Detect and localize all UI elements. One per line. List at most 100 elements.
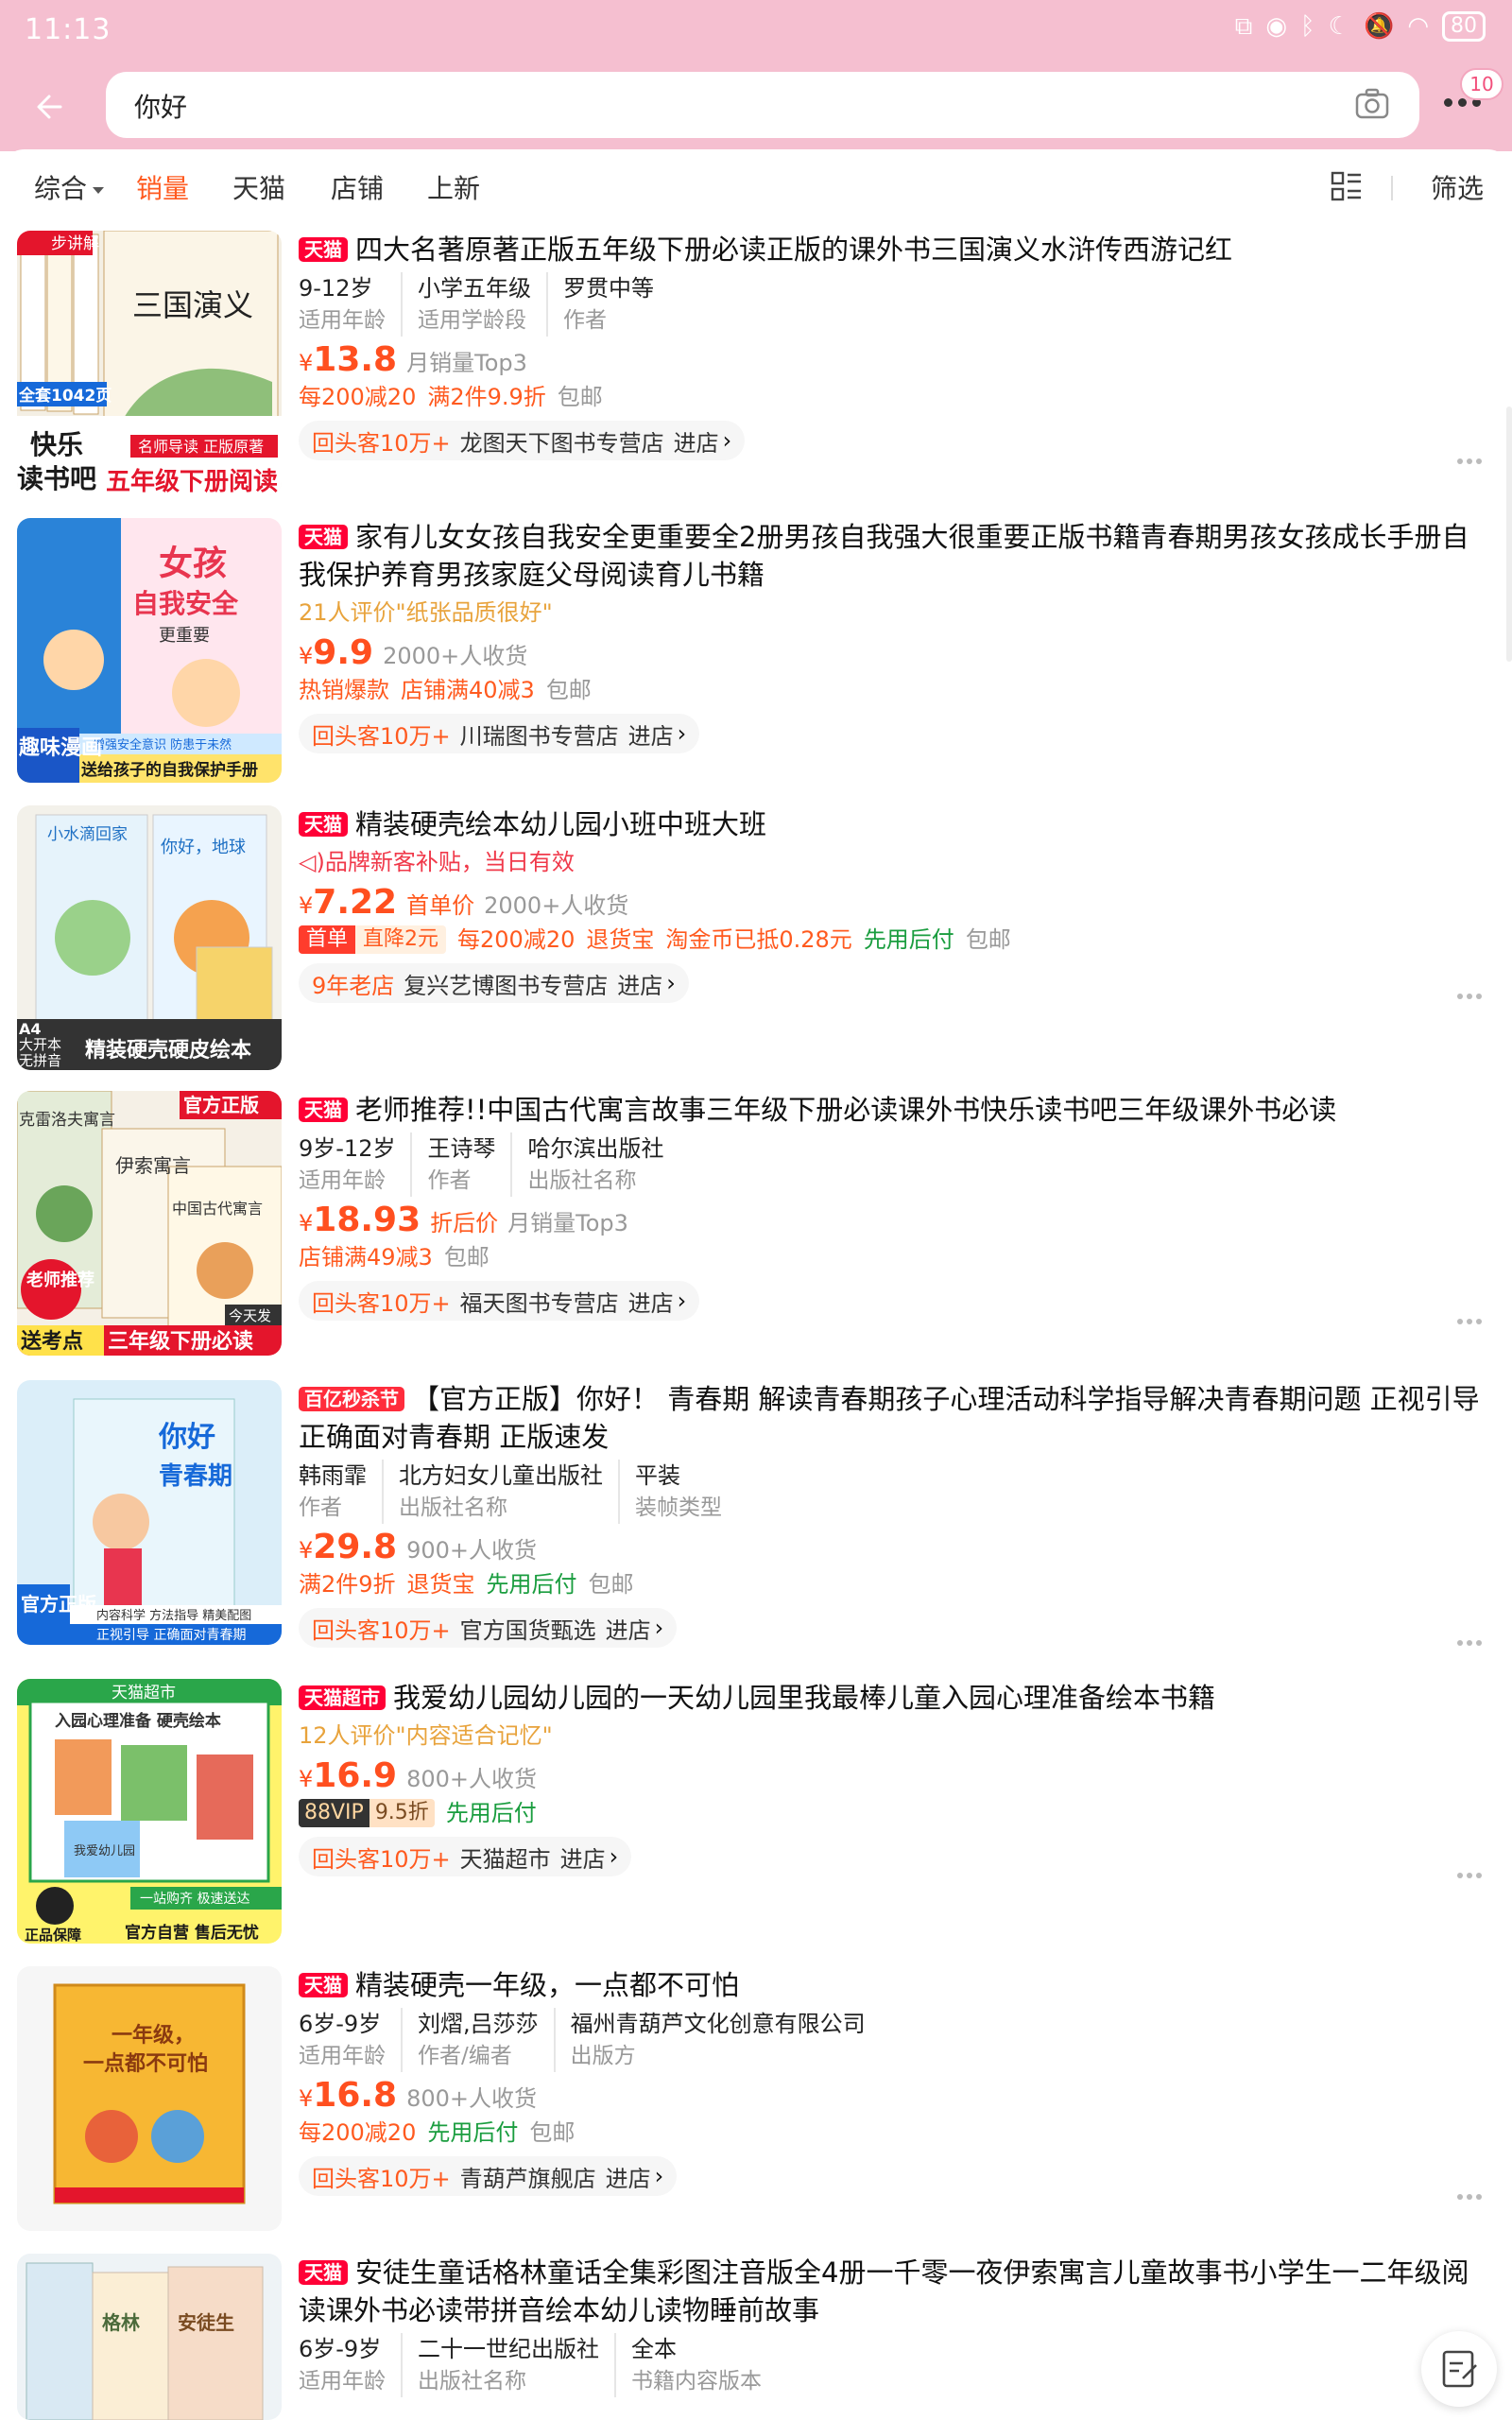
- more-options-icon[interactable]: [1457, 1310, 1486, 1324]
- title-text: 安徒生童话格林童话全集彩图注音版全4册一千零一夜伊索寓言儿童故事书小学生一二年级…: [299, 2256, 1469, 2326]
- search-input[interactable]: 你好: [106, 72, 1419, 138]
- list-layout-icon[interactable]: [1331, 170, 1363, 202]
- product-title[interactable]: 天猫 精装硬壳绘本幼儿园小班中班大班: [299, 805, 1489, 843]
- tmall-tag: 天猫: [299, 812, 348, 837]
- shop-link[interactable]: 回头客10万+ 川瑞图书专营店 进店 ›: [299, 714, 700, 753]
- more-options-icon[interactable]: [1457, 1864, 1486, 1878]
- more-options-icon[interactable]: [1457, 450, 1486, 464]
- chevron-down-icon: [93, 186, 105, 194]
- discount-badge: 直降2元: [355, 925, 447, 954]
- attribute-row: 6岁-9岁 适用年龄 刘熠,吕莎莎 作者/编者 福州青葫芦文化创意有限公司 出版方: [299, 2008, 1489, 2072]
- currency-symbol: ¥: [299, 643, 314, 669]
- attr-key: 作者: [427, 1168, 472, 1193]
- attribute: 北方妇女儿童出版社 出版社名称: [399, 1460, 620, 1524]
- shop-link[interactable]: 回头客10万+ 官方国货甄选 进店 ›: [299, 1608, 678, 1648]
- feedback-button[interactable]: [1421, 2331, 1497, 2407]
- thumb-label: 精装硬壳硬皮绘本: [85, 1038, 251, 1063]
- enter-shop-label: 进店: [605, 1616, 651, 1644]
- sort-bar: 综合 销量 天猫 店铺 上新: [0, 149, 1512, 225]
- product-title[interactable]: 天猫 家有儿女女孩自我安全更重要全2册男孩自我强大很重要正版书籍青春期男孩女孩成长…: [299, 518, 1489, 594]
- shop-link[interactable]: 回头客10万+ 青葫芦旗舰店 进店 ›: [299, 2156, 678, 2196]
- product-image[interactable]: 一年级， 一点都不可怕: [17, 1966, 282, 2231]
- product-title[interactable]: 天猫 安徒生童话格林童话全集彩图注音版全4册一千零一夜伊索寓言儿童故事书小学生一二…: [299, 2254, 1489, 2329]
- thumb-label: 安徒生: [178, 2311, 234, 2334]
- enter-shop-label: 进店: [605, 2165, 651, 2192]
- title-text: 我爱幼儿园幼儿园的一天幼儿园里我最棒儿童入园心理准备绘本书籍: [393, 1682, 1216, 1714]
- price-row: ¥18.93 折后价 月销量Top3: [299, 1201, 1489, 1239]
- product-title[interactable]: 百亿秒杀节 【官方正版】你好！ 青春期 解读青春期孩子心理活动科学指导解决青春期问…: [299, 1380, 1489, 1456]
- thumb-label: 步讲解: [51, 234, 99, 253]
- shop-link[interactable]: 回头客10万+ 福天图书专营店 进店 ›: [299, 1281, 700, 1321]
- thumb-label: 一年级，: [112, 2023, 195, 2048]
- attribute: 刘熠,吕莎莎 作者/编者: [418, 2008, 556, 2072]
- thumb-label: 正视引导 正确面对青春期: [96, 1628, 246, 1643]
- product-title[interactable]: 天猫 老师推荐!!中国古代寓言故事三年级下册必读课外书快乐读书吧三年级课外书必读: [299, 1091, 1489, 1129]
- shop-link[interactable]: 回头客10万+ 龙图天下图书专营店 进店 ›: [299, 421, 746, 460]
- subsidy-note: ◁)品牌新客补贴，当日有效: [299, 845, 1489, 879]
- product-image[interactable]: 你好 青春期 官方正版 内容科学 方法指导 精美配图 正视引导 正确面对青春期: [17, 1380, 282, 1645]
- product-image[interactable]: 步讲解 三国演义 全套1042页 快乐 读书吧 名师导读 正版原著 五年级下册阅…: [17, 231, 282, 495]
- thumb-label: 官方正版: [183, 1094, 259, 1116]
- promo-text: 满2件9.9折: [427, 384, 546, 410]
- review-note: 12人评价"内容适合记忆": [299, 1722, 553, 1749]
- bluetooth-icon: ᛒ: [1300, 12, 1315, 41]
- tab-tmall[interactable]: 天猫: [232, 168, 285, 206]
- product-image[interactable]: 格林 安徒生: [17, 2254, 282, 2420]
- price-row: ¥29.8 900+人收货: [299, 1528, 1489, 1566]
- enter-shop-label: 进店: [673, 429, 719, 457]
- more-options-icon[interactable]: [1457, 1632, 1486, 1646]
- more-options-icon[interactable]: [1457, 985, 1486, 999]
- enter-shop-label: 进店: [559, 1845, 606, 1873]
- tmall-tag: 天猫: [299, 237, 348, 262]
- camera-icon[interactable]: [1353, 85, 1391, 123]
- attr-key: 适用年龄: [299, 1168, 386, 1193]
- tab-comprehensive[interactable]: 综合: [34, 168, 105, 206]
- product-image[interactable]: 女孩 自我安全 更重要 增强安全意识 防患于未然 趣味漫画 送给孩子的自我保护手…: [17, 518, 282, 783]
- attribute: 6岁-9岁 适用年龄: [299, 2333, 403, 2397]
- thumb-label: 更重要: [159, 626, 210, 646]
- tab-label: 综合: [34, 173, 88, 204]
- attr-value: 韩雨霏: [299, 1462, 367, 1489]
- thumb-label: 中国古代寓言: [172, 1200, 263, 1218]
- tab-new[interactable]: 上新: [427, 168, 480, 206]
- price: 7.22: [313, 883, 398, 922]
- attr-key: 出版方: [570, 2044, 636, 2068]
- product-info: 百亿秒杀节 【官方正版】你好！ 青春期 解读青春期孩子心理活动科学指导解决青春期问…: [299, 1380, 1489, 1648]
- price: 18.93: [313, 1201, 421, 1239]
- scrollbar[interactable]: [1506, 406, 1512, 662]
- vip-discount: 9.5折: [369, 1799, 435, 1827]
- thumb-label: 快乐: [30, 429, 83, 460]
- product-title[interactable]: 天猫 四大名著原著正版五年级下册必读正版的课外书三国演义水浒传西游记红: [299, 231, 1489, 268]
- price-type: 折后价: [430, 1210, 499, 1236]
- product-image[interactable]: 小水滴回家 你好，地球 A4 大开本 无拼音 精装硬壳硬皮绘本: [17, 805, 282, 1070]
- tab-sales[interactable]: 销量: [136, 168, 189, 206]
- message-badge[interactable]: 10: [1460, 68, 1503, 100]
- price-type: 首单价: [406, 892, 475, 919]
- attr-value: 9-12岁: [299, 275, 373, 302]
- shop-link[interactable]: 9年老店 复兴艺博图书专营店 进店 ›: [299, 963, 689, 1003]
- thumb-label: 一点都不可怕: [83, 2051, 208, 2076]
- divider: [1391, 176, 1393, 200]
- tab-shops[interactable]: 店铺: [331, 168, 384, 206]
- product-image[interactable]: 克雷洛夫寓言 伊索寓言 中国古代寓言 官方正版 老师推荐 今天发 送考点 三年级…: [17, 1091, 282, 1356]
- repeat-badge: 回头客10万+: [312, 2165, 451, 2192]
- product-image[interactable]: 天猫超市 入园心理准备 硬壳绘本 我爱幼儿园 一站购齐 极速送达 正品保障 官方…: [17, 1679, 282, 1944]
- product-title[interactable]: 天猫超市 我爱幼儿园幼儿园的一天幼儿园里我最棒儿童入园心理准备绘本书籍: [299, 1679, 1489, 1717]
- mute-icon: 🔕: [1363, 12, 1395, 41]
- attr-key: 作者: [299, 1495, 342, 1520]
- chevron-right-icon: ›: [654, 1615, 664, 1641]
- back-arrow-icon[interactable]: [32, 87, 72, 127]
- thumb-label: 内容科学 方法指导 精美配图: [96, 1608, 251, 1623]
- vip-badge: 88VIP: [299, 1799, 369, 1827]
- more-options-icon[interactable]: [1457, 2186, 1486, 2200]
- attr-value: 罗贯中等: [563, 275, 654, 302]
- product-title[interactable]: 天猫 精装硬壳一年级，一点都不可怕: [299, 1966, 1489, 2004]
- thumb-label: 今天发: [229, 1307, 271, 1324]
- filter-button[interactable]: 筛选: [1431, 168, 1484, 206]
- shop-link[interactable]: 回头客10万+ 天猫超市 进店 ›: [299, 1837, 632, 1876]
- chevron-right-icon: ›: [722, 427, 732, 454]
- shipping-text: 包邮: [557, 384, 603, 410]
- chevron-right-icon: ›: [677, 1288, 687, 1314]
- price-row: ¥7.22 首单价 2000+人收货: [299, 883, 1489, 922]
- status-icons: ⧉ ◉ ᛒ ☾ 🔕 ◠ 80: [1235, 11, 1486, 42]
